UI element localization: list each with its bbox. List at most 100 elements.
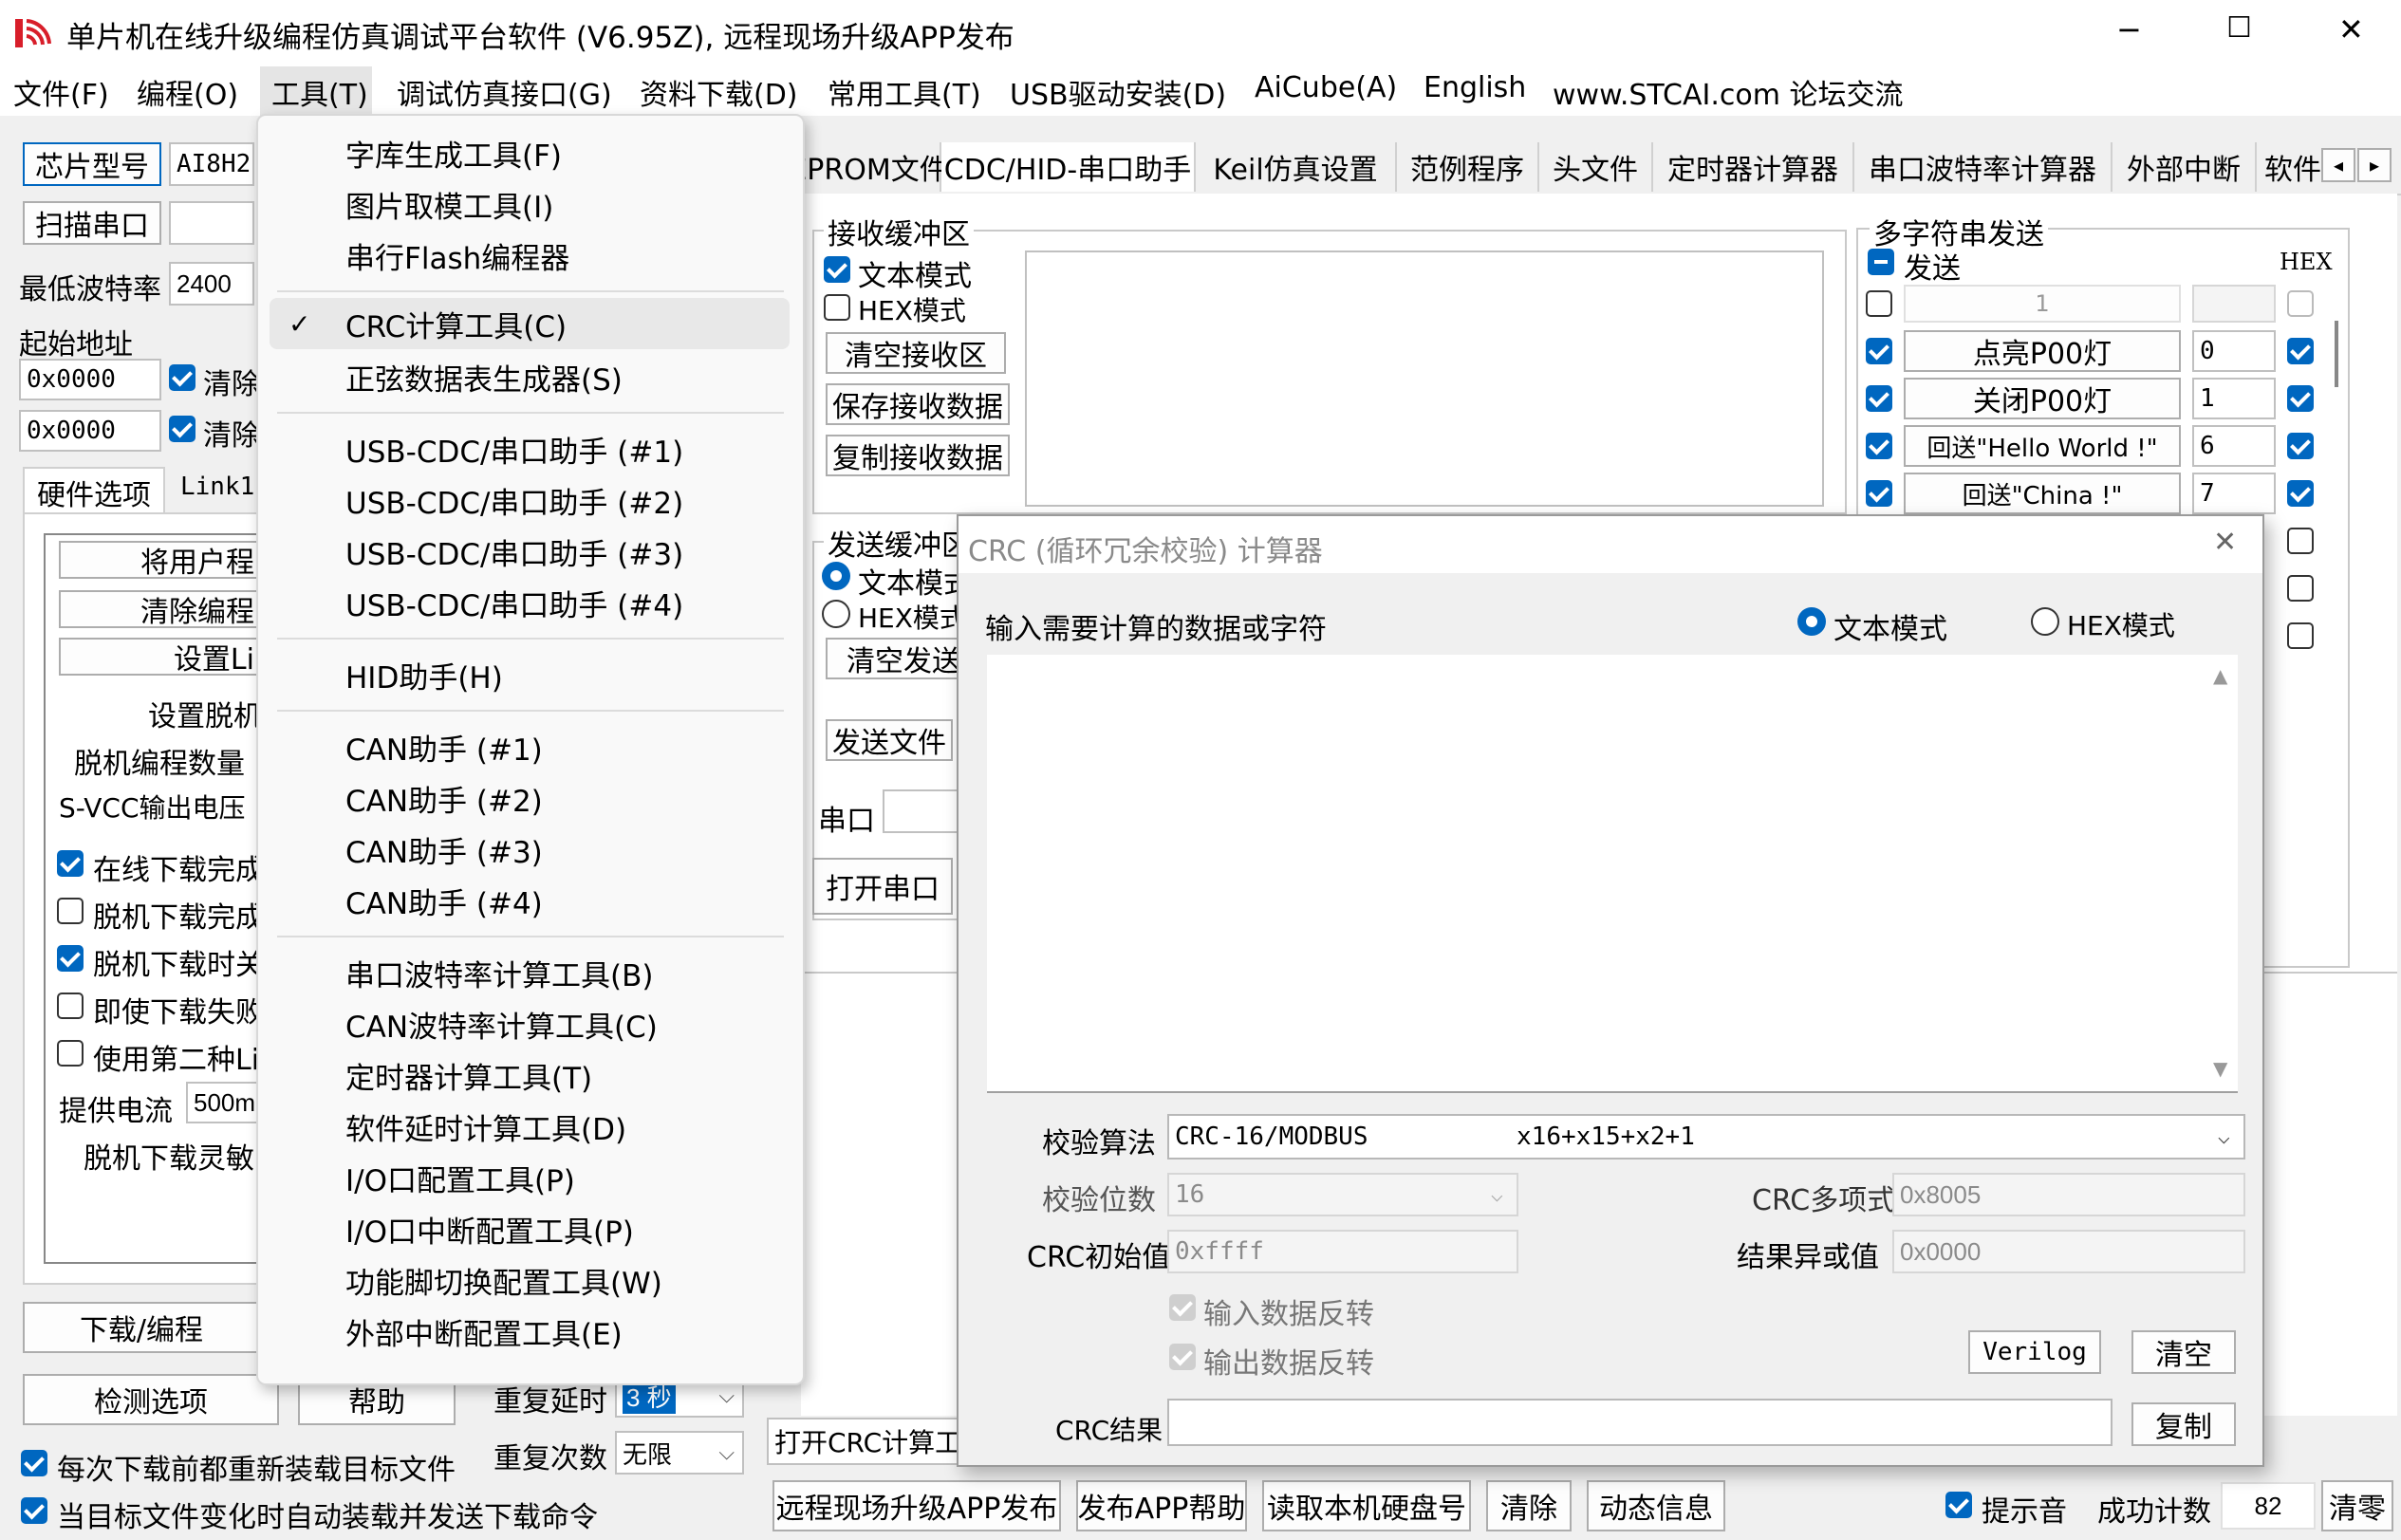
tab-ext-int[interactable]: 外部中断 (2113, 142, 2257, 192)
clear-send-button[interactable]: 清空发送区 (826, 638, 968, 679)
menu-item-cdc-1[interactable]: USB-CDC/串口助手 (#1) (258, 423, 803, 474)
chip-model-field[interactable]: AI8H2I (169, 142, 254, 186)
multi-row-4-field[interactable]: 6 (2192, 425, 2276, 467)
crc-refin-checkbox[interactable] (1169, 1294, 1196, 1321)
crc-input-scrollbar[interactable]: ▲ ▼ (2207, 659, 2236, 1085)
menu-item-can-2[interactable]: CAN助手 (#2) (258, 772, 803, 824)
download-program-button[interactable]: 下载/编程 (23, 1302, 260, 1353)
set-link-button[interactable]: 设置Li (59, 638, 264, 676)
menu-item-flash-programmer[interactable]: 串行Flash编程器 (258, 230, 803, 281)
crc-xor-field[interactable]: 0x0000 (1892, 1230, 2245, 1273)
menu-item-io-config[interactable]: I/O口配置工具(P) (258, 1152, 803, 1203)
multi-row-6-hex[interactable] (2287, 528, 2314, 554)
clear-checkbox-1[interactable] (169, 364, 195, 391)
multi-row-1-checkbox[interactable] (1866, 290, 1892, 317)
even-if-fail-checkbox[interactable] (57, 993, 84, 1019)
menu-item-io-int-config[interactable]: I/O口中断配置工具(P) (258, 1203, 803, 1254)
offline-done-checkbox[interactable] (57, 898, 84, 924)
menu-item-image-tool[interactable]: 图片取模工具(I) (258, 178, 803, 230)
crc-input-textarea[interactable] (987, 655, 2238, 1091)
menu-usb-driver[interactable]: USB驱动安装(D) (1010, 71, 1226, 113)
scroll-down-icon[interactable]: ▼ (2213, 1057, 2227, 1080)
start-address-field-2[interactable]: 0x0000 (19, 410, 161, 452)
tab-link1[interactable]: Link1 (180, 473, 254, 501)
crc-hex-mode-radio[interactable] (2031, 607, 2059, 636)
receive-textarea[interactable] (1025, 250, 1824, 507)
tab-headers[interactable]: 头文件 (1539, 142, 1653, 192)
user-program-button[interactable]: 将用户程 (59, 541, 264, 579)
menu-debug[interactable]: 调试仿真接口(G) (397, 71, 612, 113)
crc-width-select[interactable]: 16 ⌵ (1167, 1173, 1518, 1216)
tab-timer[interactable]: 定时器计算器 (1653, 142, 1854, 192)
second-link-checkbox[interactable] (57, 1040, 84, 1067)
menu-item-crc-tool[interactable]: ✓ CRC计算工具(C) (270, 298, 790, 349)
crc-refout-checkbox[interactable] (1169, 1344, 1196, 1370)
tab-scroll-left-button[interactable]: ◂ (2321, 148, 2355, 182)
tab-software[interactable]: 软件 (2257, 142, 2321, 192)
send-text-mode-radio[interactable] (822, 562, 850, 590)
crc-text-mode-radio[interactable] (1797, 607, 1826, 636)
clear-count-button[interactable]: 清零 (2321, 1480, 2393, 1531)
menu-item-baud-calc[interactable]: 串口波特率计算工具(B) (258, 947, 803, 998)
multi-row-4-checkbox[interactable] (1866, 433, 1892, 459)
beep-checkbox[interactable] (1945, 1492, 1972, 1518)
multi-send-checkbox[interactable] (1868, 249, 1894, 275)
crc-verilog-button[interactable]: Verilog (1968, 1330, 2101, 1374)
tab-baud[interactable]: 串口波特率计算器 (1854, 142, 2113, 192)
menu-download[interactable]: 资料下载(D) (640, 71, 798, 113)
reload-before-checkbox[interactable] (21, 1450, 47, 1476)
menu-item-pin-switch[interactable]: 功能脚切换配置工具(W) (258, 1254, 803, 1306)
tab-examples[interactable]: 范例程序 (1397, 142, 1539, 192)
send-file-button[interactable]: 发送文件 (826, 719, 953, 761)
multi-row-3-field[interactable]: 1 (2192, 378, 2276, 419)
multi-row-2-button[interactable]: 点亮P00灯 (1904, 330, 2181, 372)
repeat-count-select[interactable]: 无限 ⌵ (615, 1431, 744, 1475)
scroll-up-icon[interactable]: ▲ (2213, 664, 2227, 687)
copy-receive-button[interactable]: 复制接收数据 (826, 435, 1010, 476)
menu-item-can-baud-calc[interactable]: CAN波特率计算工具(C) (258, 998, 803, 1049)
menu-item-cdc-2[interactable]: USB-CDC/串口助手 (#2) (258, 474, 803, 526)
menu-item-cdc-4[interactable]: USB-CDC/串口助手 (#4) (258, 577, 803, 628)
publish-help-button[interactable]: 发布APP帮助 (1076, 1480, 1247, 1531)
tab-hardware-options[interactable]: 硬件选项 (23, 467, 165, 516)
menu-english[interactable]: English (1424, 71, 1526, 104)
clear-checkbox-2[interactable] (169, 416, 195, 442)
start-address-field-1[interactable]: 0x0000 (19, 359, 161, 400)
menu-website[interactable]: www.STCAI.com 论坛交流 (1553, 71, 1903, 113)
tab-cdc-hid[interactable]: CDC/HID-串口助手 (941, 142, 1196, 192)
menu-item-can-4[interactable]: CAN助手 (#4) (258, 875, 803, 926)
publish-app-button[interactable]: 远程现场升级APP发布 (772, 1480, 1061, 1531)
multi-row-2-hex[interactable] (2287, 338, 2314, 364)
clear-receive-button[interactable]: 清空接收区 (826, 332, 1006, 374)
menu-tools[interactable]: 工具(T) (271, 71, 368, 113)
multi-row-4-button[interactable]: 回送"Hello World !" (1904, 425, 2181, 467)
menu-item-cdc-3[interactable]: USB-CDC/串口助手 (#3) (258, 526, 803, 577)
menu-aicube[interactable]: AiCube(A) (1255, 71, 1397, 104)
online-done-checkbox[interactable] (57, 850, 84, 877)
clear-info-button[interactable]: 清除 (1486, 1480, 1572, 1531)
menu-item-hid[interactable]: HID助手(H) (258, 649, 803, 700)
auto-reload-checkbox[interactable] (21, 1497, 47, 1524)
multi-row-5-checkbox[interactable] (1866, 480, 1892, 507)
menu-item-ext-int[interactable]: 外部中断配置工具(E) (258, 1306, 803, 1357)
menu-program[interactable]: 编程(O) (137, 71, 238, 113)
multi-row-5-hex[interactable] (2287, 480, 2314, 507)
crc-poly-field[interactable]: 0x8005 (1892, 1173, 2245, 1216)
save-receive-button[interactable]: 保存接收数据 (826, 383, 1010, 425)
offline-close-checkbox[interactable] (57, 945, 84, 972)
open-port-button[interactable]: 打开串口 (812, 858, 953, 915)
recv-text-mode-checkbox[interactable] (824, 256, 850, 283)
supply-current-field[interactable]: 500m (186, 1082, 262, 1123)
multi-row-1-field[interactable] (2192, 285, 2276, 323)
clear-program-button[interactable]: 清除编程 (59, 590, 264, 628)
crc-result-field[interactable] (1167, 1399, 2113, 1446)
multi-row-3-button[interactable]: 关闭P00灯 (1904, 378, 2181, 419)
chip-model-button[interactable]: 芯片型号 (23, 142, 161, 186)
tab-keil[interactable]: Keil仿真设置 (1196, 142, 1397, 192)
menu-item-can-1[interactable]: CAN助手 (#1) (258, 721, 803, 772)
menu-item-delay-calc[interactable]: 软件延时计算工具(D) (258, 1101, 803, 1152)
read-disk-button[interactable]: 读取本机硬盘号 (1262, 1480, 1471, 1531)
menu-file[interactable]: 文件(F) (13, 71, 109, 113)
min-baud-field[interactable]: 2400 (169, 262, 254, 306)
multi-row-2-checkbox[interactable] (1866, 338, 1892, 364)
